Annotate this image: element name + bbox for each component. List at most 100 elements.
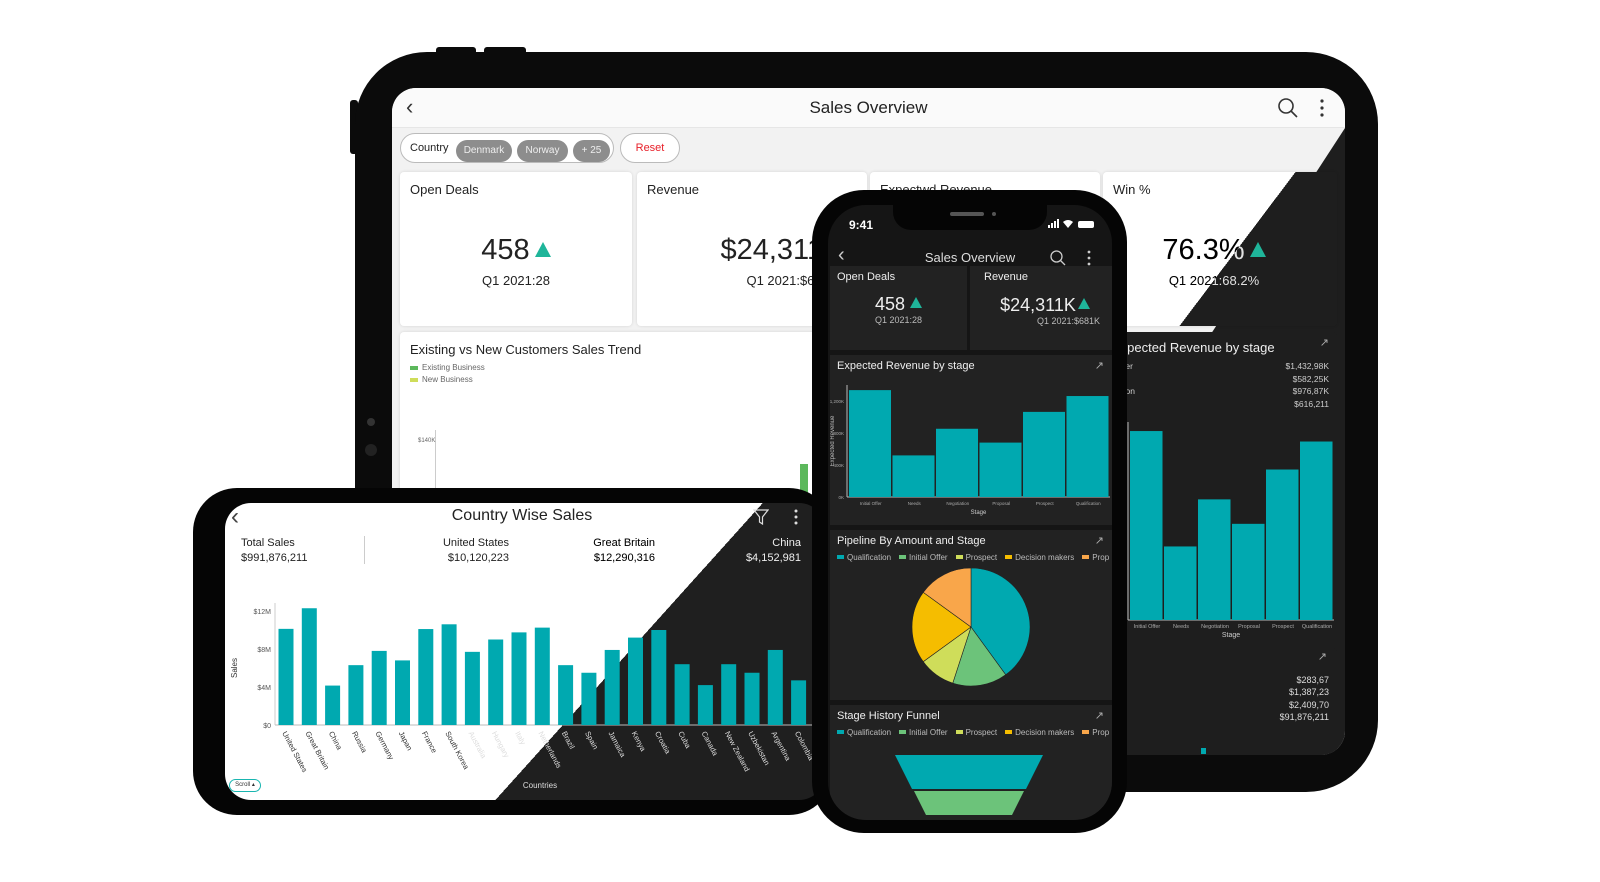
legend-item: Initial Offer (899, 553, 948, 562)
x-tick-label: New Zealand (723, 730, 752, 773)
kpi-value: 458 (874, 294, 906, 314)
kpi-value: 76.3% (1162, 234, 1245, 266)
kpi-title: Revenue (984, 271, 1029, 283)
stage-revenue-card[interactable]: Expected Revenue by stage ↗ Initial Offe… (1092, 332, 1337, 640)
chip-norway[interactable]: Norway (517, 140, 568, 162)
kpi-open-deals[interactable]: Open Deals 458 Q1 2021:28 (400, 172, 632, 326)
bar (1201, 748, 1206, 754)
x-axis-label: Countries (523, 781, 557, 790)
x-tick-label: Spain (583, 730, 600, 751)
status-time: 9:41 (849, 218, 874, 232)
kpi-open-deals[interactable]: Open Deals 458 Q1 2021:28 (830, 266, 967, 350)
x-tick-label: Negotiation (946, 501, 969, 506)
x-tick-label: Prospect (1272, 624, 1294, 630)
x-tick-label: Brazil (560, 730, 577, 751)
bar-prospect (1023, 411, 1065, 497)
pipeline-pie-chart (911, 567, 1031, 687)
card-title: Existing vs New Customers Sales Trend (410, 342, 642, 357)
x-tick-label: Australia (467, 730, 489, 761)
more-vertical-icon[interactable] (1319, 98, 1325, 118)
bar-argentina (767, 649, 783, 725)
x-tick-label: Croatia (653, 730, 673, 756)
bar-canada (697, 685, 713, 725)
y-tick-label: 1,200K (830, 399, 844, 404)
expand-icon[interactable]: ↗ (1095, 709, 1104, 722)
more-vertical-icon[interactable] (1086, 249, 1092, 267)
legend-item: Prospect (955, 553, 997, 562)
bar-initial-offer (849, 390, 891, 497)
card-title: Expected Revenue by stage (837, 360, 975, 372)
x-tick-label: Argentina (770, 730, 793, 763)
y-tick-label: $4M (257, 685, 271, 692)
legend-item: Initial Offer (899, 728, 948, 737)
notch (893, 205, 1047, 230)
x-tick-label: Hungary (490, 730, 511, 759)
legend-item: Prop (1082, 728, 1109, 737)
summary-value: $2,409,70 (1288, 699, 1329, 710)
x-tick-label: France (420, 730, 439, 755)
camera (367, 418, 375, 426)
country-filter[interactable]: Country Denmark Norway + 25 (400, 133, 614, 163)
bar-negotiation (936, 428, 978, 497)
kpi-title: Revenue (647, 182, 700, 197)
pipeline-card[interactable]: Pipeline By Amount and Stage ↗ Qualifica… (830, 530, 1112, 700)
stage-row: Proposal$616,211 (1092, 398, 1329, 409)
app-header: ‹ Sales Overview (392, 88, 1345, 128)
x-tick-label: Proposal (992, 501, 1010, 506)
scroll-button[interactable]: Scroll ▴ (229, 779, 261, 792)
legend-item: Qualification (837, 728, 891, 737)
bar-germany (371, 650, 387, 725)
portrait-phone: 9:41 ‹ Sales Overview Open Deals 458 Q1 2… (812, 190, 1127, 833)
x-tick-label: Qualification (1302, 624, 1332, 630)
stage-bar-chart: Initial Offer Needs Negotiation Proposal Pro… (1127, 422, 1334, 639)
bar-colombia (791, 680, 807, 725)
x-axis-label: Stage (971, 510, 987, 516)
bar-japan (395, 660, 410, 725)
chip-denmark[interactable]: Denmark (456, 140, 512, 162)
country-bar-chart: $0$4M$8M$12MSalesUnited StatesGreat Brit… (230, 603, 825, 790)
x-tick-label: Netherlands (537, 730, 564, 770)
y-tick-label: 0K (838, 495, 844, 500)
kpi-revenue[interactable]: Revenue $24,311K Q1 2021:$681K (970, 266, 1112, 350)
expand-icon[interactable]: ↗ (1320, 336, 1329, 349)
filter-label: Country (410, 142, 449, 154)
search-icon[interactable] (1277, 97, 1299, 119)
bar-needs (1164, 546, 1197, 620)
legend-item: Prop (1082, 553, 1109, 562)
bar-russia (348, 665, 364, 725)
x-tick-label: Proposal (1238, 624, 1260, 630)
funnel-qualification (895, 755, 1043, 789)
kpi-value: $24,311K (1000, 295, 1076, 315)
bar-australia (464, 651, 480, 725)
summary-card[interactable]: ↗ $283,67 $1,387,23 $2,409,70 $91,876,21… (1112, 648, 1337, 755)
landscape-screen: ‹ Country Wise Sales Total Sales $991,876… (225, 503, 825, 800)
bar-kenya (628, 637, 643, 725)
chip-more[interactable]: + 25 (573, 140, 610, 162)
phone-screen: 9:41 ‹ Sales Overview Open Deals 458 Q1 2… (828, 205, 1112, 820)
stage-revenue-card[interactable]: Expected Revenue by stage ↗ 0K 400K 800K 1,… (830, 355, 1112, 525)
search-icon[interactable] (1049, 249, 1067, 267)
trend-up-icon (534, 242, 551, 257)
kpi-win-rate[interactable]: Win % 76.3% Q1 2021:68.2% (1103, 172, 1337, 326)
expand-icon[interactable]: ↗ (1318, 650, 1327, 663)
y-tick: $140K (418, 438, 436, 444)
card-title: Pipeline By Amount and Stage (837, 535, 986, 547)
expand-icon[interactable]: ↗ (1095, 534, 1104, 547)
expand-icon[interactable]: ↗ (1095, 359, 1104, 372)
kpi-sub: Q1 2021:28 (482, 273, 550, 288)
x-axis-label: Stage (1222, 632, 1240, 639)
bar-needs (892, 455, 935, 497)
funnel-card[interactable]: Stage History Funnel ↗ Qualification Init… (830, 705, 1112, 820)
kpi-sub: Q1 2021:28 (874, 315, 923, 325)
bar-france (418, 629, 434, 725)
x-tick-label: Needs (1173, 624, 1189, 630)
trend-up-icon (1077, 298, 1090, 309)
stage-row: Initial Offer$1,432,98K (1092, 361, 1329, 371)
x-tick-label: Kenya (630, 730, 648, 754)
reset-button[interactable]: Reset (620, 133, 680, 163)
kpi-sub: Q1 2021:$681K (1036, 316, 1100, 326)
y-tick-label: $8M (257, 647, 271, 654)
x-tick-label: Japan (397, 730, 415, 752)
x-tick-label: Needs (908, 501, 922, 506)
legend-existing: Existing Business (422, 363, 485, 372)
